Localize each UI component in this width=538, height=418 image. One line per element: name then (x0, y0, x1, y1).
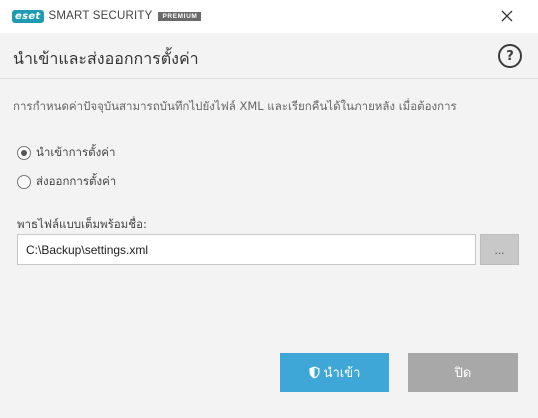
close-button-label: ปิด (454, 365, 472, 380)
radio-export-settings[interactable]: ส่งออกการตั้งค่า (17, 173, 116, 191)
eset-logo: eset (12, 9, 44, 23)
radio-button-checked[interactable] (17, 146, 31, 160)
radio-button-unchecked[interactable] (17, 175, 31, 189)
help-button[interactable]: ? (498, 44, 522, 68)
file-path-input[interactable] (17, 234, 476, 265)
window-close-button[interactable] (492, 3, 522, 29)
close-icon (501, 10, 513, 22)
radio-import-settings[interactable]: นำเข้าการตั้งค่า (17, 144, 115, 162)
radio-export-label: ส่งออกการตั้งค่า (36, 174, 117, 188)
close-button[interactable]: ปิด (408, 353, 518, 392)
product-name: SMART SECURITY (48, 10, 153, 22)
file-path-label: พาธไฟล์แบบเต็มพร้อมชื่อ: (17, 217, 147, 231)
shield-icon (309, 366, 320, 379)
page-title: นำเข้าและส่งออกการตั้งค่า (13, 49, 199, 68)
edition-badge: PREMIUM (158, 11, 202, 21)
description-text: การกำหนดค่าปัจจุบันสามารถบันทึกไปยังไฟล์… (13, 99, 457, 113)
title-bar: eset SMART SECURITY PREMIUM (0, 0, 538, 33)
browse-button[interactable]: ... (480, 234, 519, 265)
dialog-content: นำเข้าและส่งออกการตั้งค่า ? การกำหนดค่าป… (0, 33, 538, 418)
app-logo: eset SMART SECURITY PREMIUM (12, 9, 202, 23)
import-button[interactable]: นำเข้า (280, 353, 389, 392)
radio-import-label: นำเข้าการตั้งค่า (36, 145, 116, 159)
help-icon: ? (506, 48, 514, 64)
import-button-label: นำเข้า (323, 365, 361, 380)
dialog-header: นำเข้าและส่งออกการตั้งค่า ? (0, 33, 538, 79)
